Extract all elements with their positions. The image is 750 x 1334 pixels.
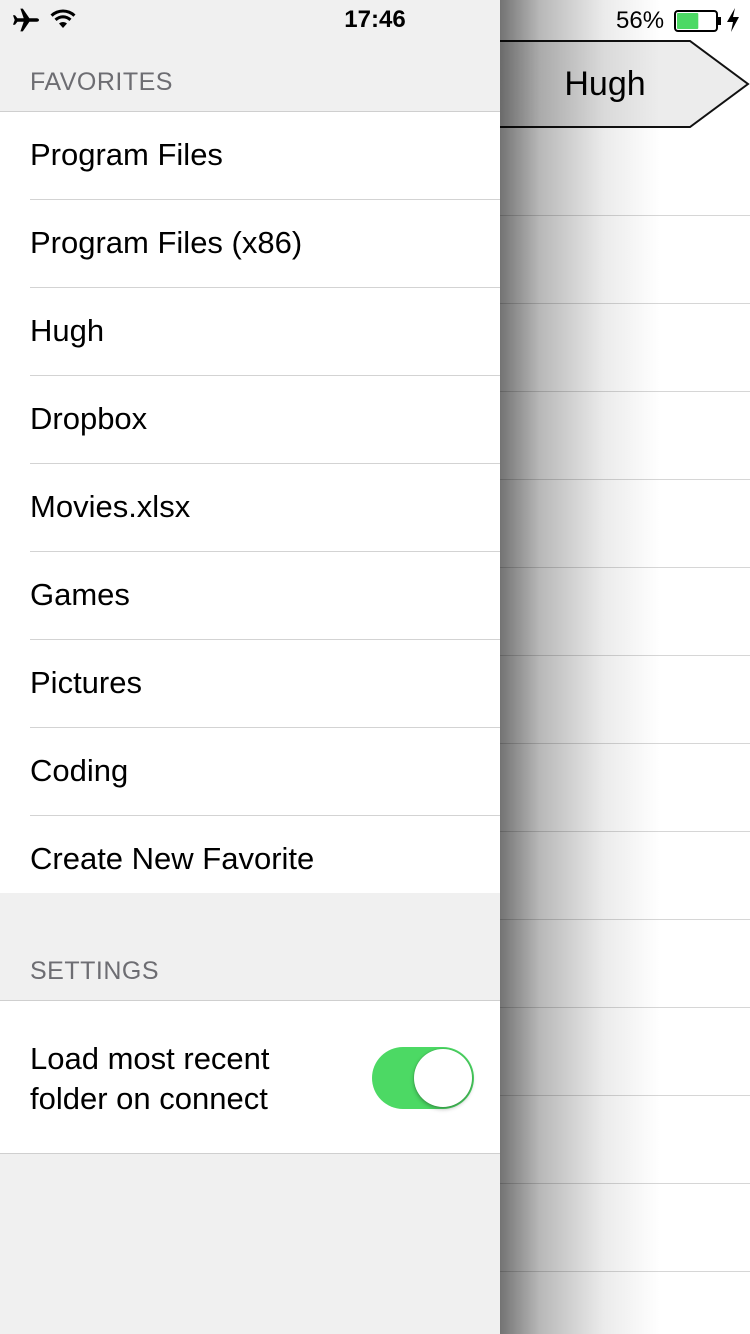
- load-recent-folder-label: Load most recent folder on connect: [30, 1041, 270, 1116]
- create-new-favorite-label: Create New Favorite: [30, 841, 315, 876]
- favorite-item-label: Coding: [30, 753, 129, 788]
- settings-section-header: SETTINGS: [30, 957, 160, 985]
- battery-percent: 56%: [616, 7, 665, 34]
- favorite-item-label: Games: [30, 577, 130, 612]
- content-row-divider: [500, 391, 750, 392]
- breadcrumb-label: Hugh: [564, 65, 646, 103]
- favorite-item-hugh[interactable]: Hugh: [0, 288, 500, 376]
- favorite-item-movies-xlsx[interactable]: Movies.xlsx: [0, 464, 500, 552]
- side-drawer: FAVORITES Program Files Program Files (x…: [0, 0, 500, 1334]
- content-row-divider: [500, 1183, 750, 1184]
- toggle-knob: [414, 1049, 472, 1107]
- content-row-divider: [500, 303, 750, 304]
- content-row-divider: [500, 1095, 750, 1096]
- favorite-item-label: Pictures: [30, 665, 142, 700]
- content-row-divider: [500, 919, 750, 920]
- favorite-item-program-files-x86[interactable]: Program Files (x86): [0, 200, 500, 288]
- content-row-divider: [500, 1271, 750, 1272]
- favorite-item-games[interactable]: Games: [0, 552, 500, 640]
- favorite-item-label: Hugh: [30, 313, 105, 348]
- favorite-item-dropbox[interactable]: Dropbox: [0, 376, 500, 464]
- content-row-divider: [500, 831, 750, 832]
- battery-icon: [674, 10, 722, 39]
- content-row-divider: [500, 743, 750, 744]
- favorite-item-label: Program Files (x86): [30, 225, 303, 260]
- status-bar: 17:46 56%: [0, 0, 750, 40]
- favorite-item-program-files[interactable]: Program Files: [0, 112, 500, 200]
- content-row-divider: [500, 1007, 750, 1008]
- content-row-divider: [500, 479, 750, 480]
- favorite-item-label: Movies.xlsx: [30, 489, 191, 524]
- favorites-list: Program Files Program Files (x86) Hugh D…: [0, 111, 500, 893]
- content-row-divider: [500, 655, 750, 656]
- favorite-item-pictures[interactable]: Pictures: [0, 640, 500, 728]
- create-new-favorite-button[interactable]: Create New Favorite: [0, 816, 500, 893]
- breadcrumb[interactable]: Hugh: [470, 40, 750, 128]
- content-row-divider: [500, 567, 750, 568]
- favorite-item-coding[interactable]: Coding: [0, 728, 500, 816]
- charging-bolt-icon: [726, 8, 740, 39]
- favorite-item-label: Dropbox: [30, 401, 148, 436]
- settings-list: Load most recent folder on connect: [0, 1000, 500, 1154]
- favorite-item-label: Program Files: [30, 137, 223, 172]
- favorites-section-header: FAVORITES: [30, 68, 173, 96]
- content-row-divider: [500, 215, 750, 216]
- load-recent-folder-toggle[interactable]: [372, 1047, 474, 1109]
